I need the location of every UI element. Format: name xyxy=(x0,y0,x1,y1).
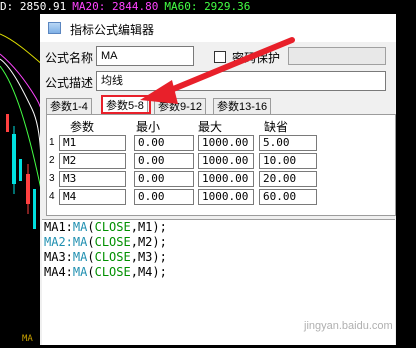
ma-value-d: D: 2850.91 xyxy=(0,0,67,13)
header-param: 参数 xyxy=(70,120,95,134)
annotation-highlight-box xyxy=(101,95,151,114)
tab-params-9-12[interactable]: 参数9-12 xyxy=(154,98,207,114)
param-min-field[interactable]: 0.00 xyxy=(134,135,194,151)
param-name-field[interactable]: M4 xyxy=(59,189,126,205)
param-min-field[interactable]: 0.00 xyxy=(134,171,194,187)
password-field[interactable] xyxy=(288,47,386,65)
ma-values-strip: D: 2850.91 MA20: 2844.80 MA60: 2929.36 xyxy=(0,0,416,14)
formula-name-input[interactable]: MA xyxy=(96,46,194,66)
param-default-field[interactable]: 60.00 xyxy=(259,189,317,205)
dialog-title: 指标公式编辑器 xyxy=(70,23,155,37)
param-default-field[interactable]: 20.00 xyxy=(259,171,317,187)
formula-desc-input[interactable]: 均线 xyxy=(96,71,386,91)
title-bar[interactable]: 指标公式编辑器 xyxy=(40,14,396,42)
candlestick-chart xyxy=(0,33,45,235)
param-max-field[interactable]: 1000.00 xyxy=(198,135,254,151)
bottom-axis: MA xyxy=(0,334,44,345)
code-line: MA1:MA(CLOSE,M1); xyxy=(44,220,167,234)
axis-label: MA xyxy=(22,334,33,344)
param-min-field[interactable]: 0.00 xyxy=(134,189,194,205)
param-name-field[interactable]: M1 xyxy=(59,135,126,151)
param-max-field[interactable]: 1000.00 xyxy=(198,153,254,169)
price-chart xyxy=(0,14,45,345)
tab-params-13-16[interactable]: 参数13-16 xyxy=(213,98,272,114)
param-name-field[interactable]: M2 xyxy=(59,153,126,169)
row-number: 1 xyxy=(49,137,55,148)
password-checkbox[interactable] xyxy=(214,51,226,63)
tab-params-1-4[interactable]: 参数1-4 xyxy=(46,98,92,114)
formula-name-label: 公式名称 xyxy=(45,51,94,65)
row-number: 3 xyxy=(49,173,55,184)
code-line: MA2:MA(CLOSE,M2); xyxy=(44,235,167,249)
header-max: 最大 xyxy=(198,120,223,134)
code-line: MA4:MA(CLOSE,M4); xyxy=(44,265,167,279)
code-line: MA3:MA(CLOSE,M3); xyxy=(44,250,167,264)
param-max-field[interactable]: 1000.00 xyxy=(198,189,254,205)
row-number: 4 xyxy=(49,191,55,202)
formula-desc-label: 公式描述 xyxy=(45,76,94,90)
row-number: 2 xyxy=(49,155,55,166)
ma-value-ma20: MA20: 2844.80 xyxy=(72,0,159,13)
watermark: jingyan.baidu.com xyxy=(304,320,393,332)
header-min: 最小 xyxy=(136,120,161,134)
param-default-field[interactable]: 5.00 xyxy=(259,135,317,151)
param-max-field[interactable]: 1000.00 xyxy=(198,171,254,187)
ma-value-ma60: MA60: 2929.36 xyxy=(164,0,251,13)
window-icon xyxy=(48,22,61,34)
header-default: 缺省 xyxy=(264,120,289,134)
param-default-field[interactable]: 10.00 xyxy=(259,153,317,169)
param-name-field[interactable]: M3 xyxy=(59,171,126,187)
password-label: 密码保护 xyxy=(232,51,281,65)
right-label-2: 公式 xyxy=(400,76,413,107)
param-min-field[interactable]: 0.00 xyxy=(134,153,194,169)
